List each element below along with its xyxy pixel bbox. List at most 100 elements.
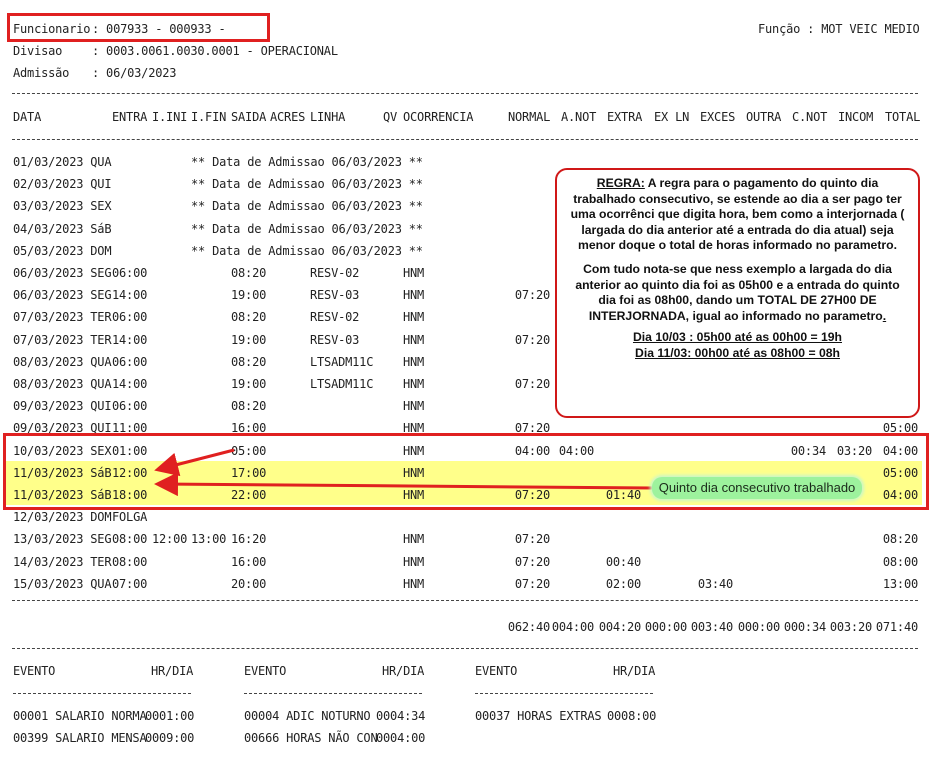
row-entra: 14:00 xyxy=(112,333,148,347)
row-date: 13/03/2023 SEG xyxy=(13,532,112,546)
row-normal: 07:20 xyxy=(514,377,550,391)
col-ifin: I.FIN xyxy=(191,110,227,124)
row-date: 09/03/2023 QUI xyxy=(13,399,112,413)
col-total: TOTAL xyxy=(885,110,921,124)
calc-line-1: Dia 10/03 : 05h00 até as 00h00 = 19h xyxy=(632,330,842,345)
col-normal: NORMAL xyxy=(508,110,551,124)
row-date: 07/03/2023 TER xyxy=(13,310,112,324)
col-exces: EXCES xyxy=(700,110,736,124)
row-saida: 20:00 xyxy=(231,577,267,591)
col-data: DATA xyxy=(13,110,42,124)
example-end: . xyxy=(882,308,887,323)
row-date: 07/03/2023 TER xyxy=(13,333,112,347)
row-ocorr: HNM xyxy=(403,310,425,324)
col-cnot: C.NOT xyxy=(792,110,828,124)
row-date: 06/03/2023 SEG xyxy=(13,288,112,302)
funcao: Função : MOT VEIC MEDIO xyxy=(758,22,920,36)
row-ocorr: HNM xyxy=(403,355,425,369)
row-date: 14/03/2023 TER xyxy=(13,555,112,569)
row-date: 08/03/2023 QUA xyxy=(13,355,112,369)
row-entra: 06:00 xyxy=(112,310,148,324)
event-underline-2 xyxy=(244,693,422,694)
separator-line xyxy=(12,139,918,140)
row-date: 03/03/2023 SEX xyxy=(13,199,112,213)
admissao-label: Admissão xyxy=(13,66,70,80)
event-underline-3 xyxy=(475,693,653,694)
row-linha: LTSADM11C xyxy=(310,377,374,391)
row-normal: 07:20 xyxy=(514,288,550,302)
total-exln: 000:00 xyxy=(644,620,687,634)
event-header-2: EVENTO xyxy=(244,664,287,678)
row-date: 02/03/2023 QUI xyxy=(13,177,112,191)
hrdia-header-2: HR/DIA xyxy=(382,664,425,678)
rule-label: REGRA: xyxy=(596,176,645,190)
row-normal: 07:20 xyxy=(514,555,550,569)
row-ocorr: HNM xyxy=(403,266,425,280)
row-saida: 19:00 xyxy=(231,288,267,302)
rule-note: REGRA: A regra para o pagamento do quint… xyxy=(555,168,920,418)
row-iini: 12:00 xyxy=(152,532,188,546)
col-entra: ENTRA xyxy=(112,110,148,124)
row-entra: FOLGA xyxy=(112,510,148,524)
row-msg: ** Data de Admissao 06/03/2023 ** xyxy=(191,177,423,191)
calc-line-2: Dia 11/03: 00h00 até as 08h00 = 08h xyxy=(635,345,840,360)
row-date: 01/03/2023 QUA xyxy=(13,155,112,169)
row-saida: 19:00 xyxy=(231,333,267,347)
row-date: 04/03/2023 SáB xyxy=(13,222,112,236)
total-total: 071:40 xyxy=(875,620,918,634)
row-normal: 07:20 xyxy=(514,333,550,347)
event-underline-1 xyxy=(13,693,191,694)
col-extra: EXTRA xyxy=(607,110,643,124)
row-linha: RESV-03 xyxy=(310,333,360,347)
row-entra: 06:00 xyxy=(112,399,148,413)
event-item: 00001 SALARIO NORMA xyxy=(13,709,147,723)
separator-line xyxy=(12,648,918,649)
total-anot: 004:00 xyxy=(551,620,594,634)
col-acres: ACRES xyxy=(270,110,306,124)
row-saida: 08:20 xyxy=(231,266,267,280)
col-exln: EX LN xyxy=(654,110,690,124)
total-cnot: 000:34 xyxy=(783,620,826,634)
row-extra: 00:40 xyxy=(605,555,641,569)
row-normal: 07:20 xyxy=(514,577,550,591)
row-entra: 07:00 xyxy=(112,577,148,591)
example-text: Com tudo nota-se que ness exemplo a larg… xyxy=(575,261,900,323)
row-ifin: 13:00 xyxy=(191,532,227,546)
row-linha: RESV-02 xyxy=(310,266,360,280)
row-entra: 06:00 xyxy=(112,355,148,369)
col-anot: A.NOT xyxy=(561,110,597,124)
row-entra: 06:00 xyxy=(112,266,148,280)
row-linha: RESV-03 xyxy=(310,288,360,302)
row-saida: 08:20 xyxy=(231,310,267,324)
row-saida: 16:00 xyxy=(231,555,267,569)
row-date: 05/03/2023 DOM xyxy=(13,244,112,258)
row-msg: ** Data de Admissao 06/03/2023 ** xyxy=(191,199,423,213)
admissao-value: : 06/03/2023 xyxy=(92,66,177,80)
row-msg: ** Data de Admissao 06/03/2023 ** xyxy=(191,244,423,258)
col-ocorrencia: OCORRENCIA xyxy=(403,110,474,124)
row-saida: 19:00 xyxy=(231,377,267,391)
row-total: 08:00 xyxy=(882,555,918,569)
row-linha: RESV-02 xyxy=(310,310,360,324)
row-ocorr: HNM xyxy=(403,555,425,569)
event-hours: 0008:00 xyxy=(607,709,657,723)
row-ocorr: HNM xyxy=(403,399,425,413)
row-date: 08/03/2023 QUA xyxy=(13,377,112,391)
row-entra: 14:00 xyxy=(112,377,148,391)
funcionario-highlight-box xyxy=(7,13,270,42)
row-saida: 08:20 xyxy=(231,355,267,369)
col-iini: I.INI xyxy=(152,110,188,124)
row-date: 06/03/2023 SEG xyxy=(13,266,112,280)
event-hours: 0009:00 xyxy=(145,731,195,745)
row-ocorr: HNM xyxy=(403,532,425,546)
row-date: 15/03/2023 QUA xyxy=(13,577,112,591)
separator-line xyxy=(12,93,918,94)
col-saida: SAIDA xyxy=(231,110,267,124)
event-hours: 0001:00 xyxy=(145,709,195,723)
col-incom: INCOM xyxy=(838,110,874,124)
event-item: 00399 SALARIO MENSA xyxy=(13,731,147,745)
event-hours: 0004:34 xyxy=(376,709,426,723)
row-date: 12/03/2023 DOM xyxy=(13,510,112,524)
row-ocorr: HNM xyxy=(403,288,425,302)
divisao-label: Divisao xyxy=(13,44,63,58)
